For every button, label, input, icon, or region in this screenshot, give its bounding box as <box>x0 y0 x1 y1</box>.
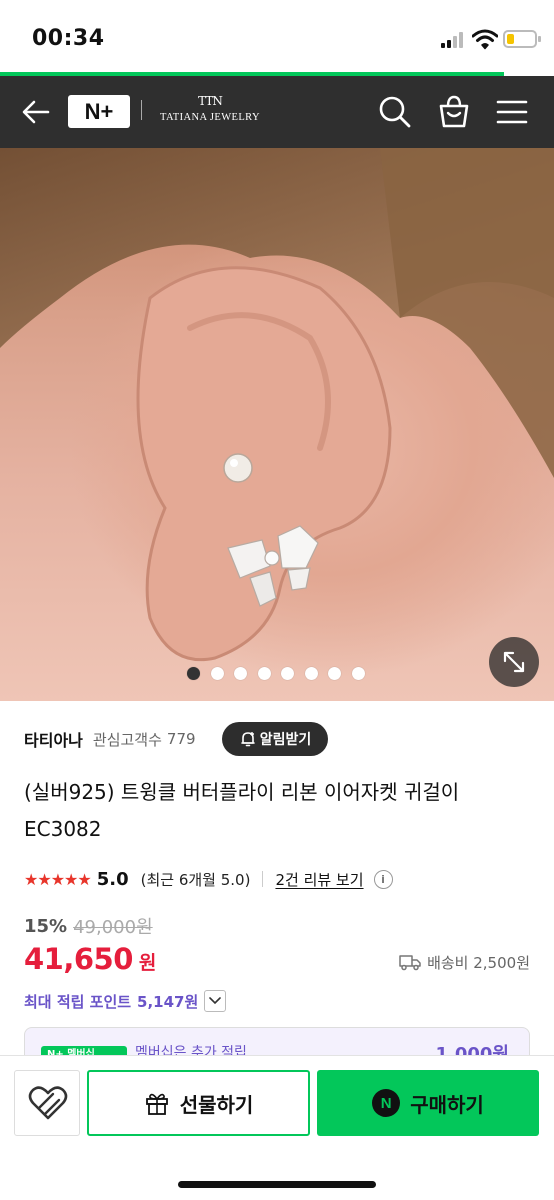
bottom-action-bar: 선물하기 N 구매하기 <box>0 1055 554 1200</box>
gallery-dot[interactable] <box>281 667 294 680</box>
notify-label: 알림받기 <box>259 732 312 748</box>
app-header: N+ TTN TATIANA JEWELRY <box>0 76 554 148</box>
gift-button[interactable]: 선물하기 <box>87 1070 310 1136</box>
seller-name[interactable]: 타티아나 <box>24 727 83 751</box>
gallery-dot[interactable] <box>304 667 318 680</box>
buy-label: 구매하기 <box>410 1092 484 1117</box>
points-row: 최대 적립 포인트 5,147원 <box>24 988 227 1014</box>
star-rating-icon: ★★★★★ <box>24 869 92 889</box>
points-value: 5,147원 <box>137 992 199 1011</box>
gallery-pagination <box>187 667 365 681</box>
shopping-bag-icon[interactable] <box>436 94 472 130</box>
rating-divider <box>262 871 264 887</box>
brand-logo[interactable]: TTN TATIANA JEWELRY <box>160 94 260 130</box>
gallery-dot[interactable] <box>351 667 365 680</box>
review-link[interactable]: 2건 리뷰 보기 <box>275 869 363 890</box>
sale-price: 41,650 <box>24 942 133 976</box>
points-expand-button[interactable] <box>204 990 227 1012</box>
gallery-dot[interactable] <box>234 667 247 680</box>
expand-icon <box>503 651 525 673</box>
menu-icon[interactable] <box>494 94 530 130</box>
original-price: 49,000원 <box>73 917 153 938</box>
wishlist-button[interactable] <box>14 1070 80 1136</box>
product-page: 00:34 N+ TTN TATIANA JEWELRY 타티아나 관심고객수 … <box>0 0 554 1200</box>
heart-icon <box>28 1086 68 1120</box>
naver-plus-logo[interactable]: N+ <box>68 95 130 128</box>
status-time: 00:34 <box>32 26 105 51</box>
followers-count: 779 <box>166 730 196 748</box>
bell-plus-icon <box>240 732 255 747</box>
gallery-dot[interactable] <box>187 667 200 680</box>
points-label: 최대 적립 포인트 <box>24 992 132 1011</box>
gift-icon <box>145 1093 168 1115</box>
gift-label: 선물하기 <box>179 1092 254 1117</box>
battery-icon <box>503 30 541 48</box>
product-title: (실버925) 트윙클 버터플라이 리본 이어자켓 귀걸이 EC3082 <box>24 780 460 841</box>
rating-score: 5.0 <box>96 868 129 890</box>
header-divider <box>141 100 142 120</box>
home-indicator <box>178 1181 376 1188</box>
followers-label: 관심고객수 <box>92 730 162 749</box>
brand-name: TATIANA JEWELRY <box>160 112 260 123</box>
info-icon[interactable]: i <box>373 869 393 889</box>
rating-row: ★★★★★ 5.0 (최근 6개월 5.0) 2건 리뷰 보기 i <box>24 866 393 892</box>
discount-rate: 15% <box>24 915 68 937</box>
delivery-truck-icon <box>399 955 421 971</box>
product-photo <box>0 148 554 662</box>
naver-pay-icon: N <box>372 1089 401 1117</box>
buy-button[interactable]: N 구매하기 <box>317 1070 539 1136</box>
gallery-dot[interactable] <box>257 667 271 680</box>
expand-image-button[interactable] <box>489 637 539 687</box>
shipping-info: 배송비 2,500원 <box>399 949 530 975</box>
cellular-signal-icon <box>441 32 467 48</box>
back-arrow-icon[interactable] <box>20 96 52 128</box>
gallery-dot[interactable] <box>210 667 224 680</box>
discount-row: 15% 49,000원 <box>24 913 153 939</box>
chevron-down-icon <box>209 997 222 1005</box>
shipping-fee: 배송비 2,500원 <box>427 953 530 972</box>
notify-button[interactable]: 알림받기 <box>222 722 328 756</box>
sale-price-row: 41,650 원 <box>24 942 156 982</box>
brand-monogram: TTN <box>198 94 223 108</box>
wifi-icon <box>472 29 498 50</box>
search-icon[interactable] <box>376 94 412 130</box>
price-currency: 원 <box>138 952 157 974</box>
status-bar: 00:34 <box>0 0 554 76</box>
gallery-dot[interactable] <box>328 667 341 680</box>
product-image[interactable] <box>0 148 554 701</box>
seller-row: 타티아나 관심고객수 779 <box>24 722 196 756</box>
recent-rating: (최근 6개월 5.0) <box>140 870 251 889</box>
